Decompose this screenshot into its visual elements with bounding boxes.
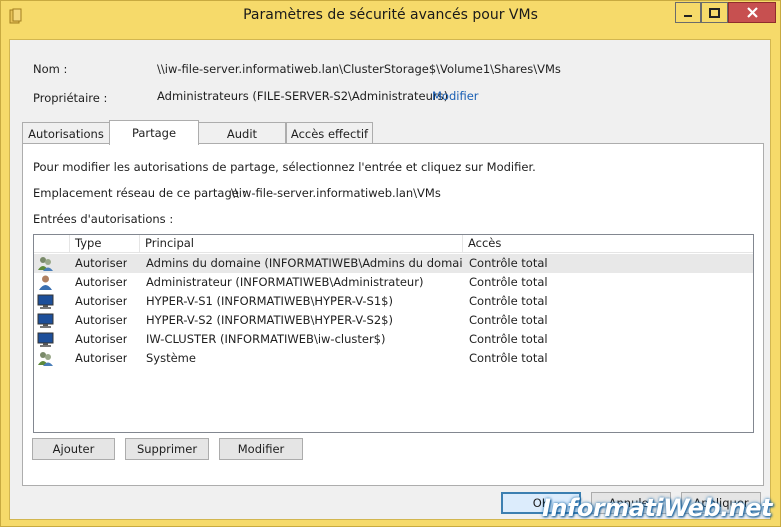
close-button[interactable] [728,2,776,23]
row-access: Contrôle total [469,256,548,270]
row-principal: Admins du domaine (INFORMATIWEB\Admins d… [146,256,462,270]
column-header-principal[interactable]: Principal [140,235,463,253]
table-row[interactable]: Autoriser IW-CLUSTER (INFORMATIWEB\iw-cl… [34,330,753,349]
name-label: Nom : [33,62,68,76]
row-principal: Administrateur (INFORMATIWEB\Administrat… [146,275,424,289]
tab-audit[interactable]: Audit [198,122,286,144]
title-bar[interactable]: Paramètres de sécurité avancés pour VMs [1,1,780,31]
row-type: Autoriser [75,332,128,346]
remove-button[interactable]: Supprimer [125,438,209,460]
row-principal: Système [146,351,196,365]
row-access: Contrôle total [469,294,548,308]
table-row[interactable]: Autoriser Administrateur (INFORMATIWEB\A… [34,273,753,292]
row-access: Contrôle total [469,275,548,289]
tab-autorisations[interactable]: Autorisations [22,122,110,144]
row-principal: IW-CLUSTER (INFORMATIWEB\iw-cluster$) [146,332,386,346]
owner-label: Propriétaire : [33,91,108,105]
close-icon [746,7,758,18]
row-type: Autoriser [75,313,128,327]
dialog-client-area: Nom : \\iw-file-server.informatiweb.lan\… [9,39,771,520]
table-row[interactable]: Autoriser HYPER-V-S1 (INFORMATIWEB\HYPER… [34,292,753,311]
tab-partage[interactable]: Partage [109,120,199,145]
row-type: Autoriser [75,351,128,365]
owner-value: Administrateurs (FILE-SERVER-S2\Administ… [157,89,449,103]
row-type: Autoriser [75,294,128,308]
watermark-logo: InformatiWeb.net [541,494,773,522]
row-access: Contrôle total [469,332,548,346]
computer-icon [37,313,54,328]
computer-icon [37,332,54,347]
permission-entries-list[interactable]: Type Principal Accès Autoriser Admins du… [33,234,754,433]
dialog-window: Paramètres de sécurité avancés pour VMs … [0,0,781,527]
list-header: Type Principal Accès [34,235,753,253]
name-value: \\iw-file-server.informatiweb.lan\Cluste… [157,62,561,76]
table-row[interactable]: Autoriser HYPER-V-S2 (INFORMATIWEB\HYPER… [34,311,753,330]
tab-acces-effectif[interactable]: Accès effectif [286,122,373,144]
user-icon [39,275,52,290]
group-icon [38,257,53,271]
add-button[interactable]: Ajouter [32,438,115,460]
row-type: Autoriser [75,275,128,289]
maximize-icon [709,7,720,18]
minimize-button[interactable] [675,2,701,23]
column-header-type[interactable]: Type [70,235,140,253]
instruction-text: Pour modifier les autorisations de parta… [33,160,536,174]
network-location-value: \\iw-file-server.informatiweb.lan\VMs [231,186,441,200]
minimize-icon [684,14,692,17]
modify-button[interactable]: Modifier [219,438,303,460]
column-header-access[interactable]: Accès [463,235,753,253]
maximize-button[interactable] [701,2,728,23]
column-header-icon[interactable] [34,235,70,253]
owner-modify-link[interactable]: Modifier [432,89,479,103]
row-principal: HYPER-V-S2 (INFORMATIWEB\HYPER-V-S2$) [146,313,393,327]
table-row[interactable]: Autoriser Admins du domaine (INFORMATIWE… [34,254,753,273]
row-principal: HYPER-V-S1 (INFORMATIWEB\HYPER-V-S1$) [146,294,393,308]
table-row[interactable]: Autoriser Système Contrôle total [34,349,753,368]
row-access: Contrôle total [469,313,548,327]
entries-label: Entrées d'autorisations : [33,212,174,226]
tab-panel-partage: Pour modifier les autorisations de parta… [22,143,764,486]
network-location-label: Emplacement réseau de ce partage : [33,186,247,200]
group-icon [38,352,53,366]
row-type: Autoriser [75,256,128,270]
row-access: Contrôle total [469,351,548,365]
computer-icon [37,294,54,309]
window-title: Paramètres de sécurité avancés pour VMs [243,7,538,23]
